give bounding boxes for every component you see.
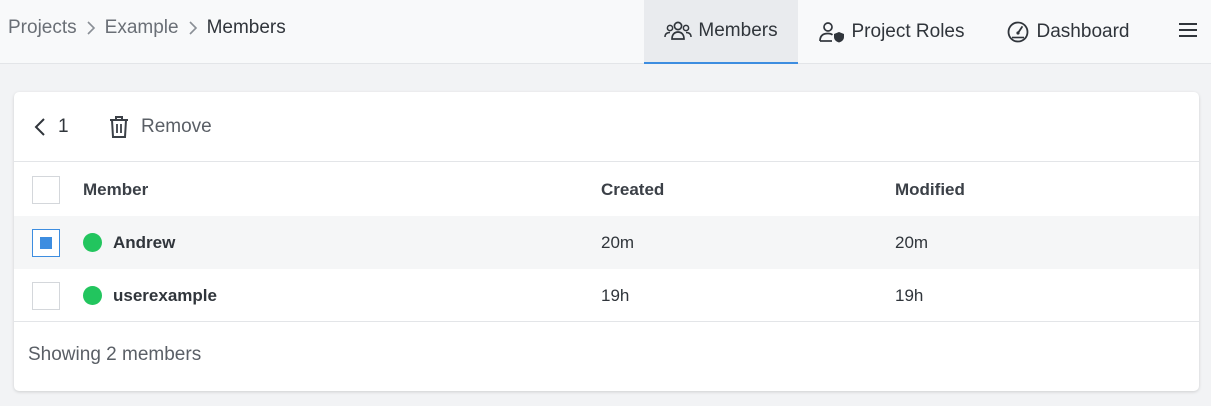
- pager-back-button[interactable]: 1: [34, 114, 69, 140]
- remove-label: Remove: [141, 116, 212, 137]
- column-header-created[interactable]: Created: [601, 163, 664, 216]
- breadcrumb: Projects Example Members: [8, 0, 286, 56]
- tab-project-roles[interactable]: Project Roles: [808, 0, 974, 64]
- breadcrumb-projects[interactable]: Projects: [8, 17, 77, 39]
- member-name[interactable]: userexample: [113, 286, 217, 306]
- modified-cell: 19h: [895, 285, 924, 305]
- tab-project-roles-label: Project Roles: [851, 21, 965, 42]
- online-status-icon: [83, 233, 102, 252]
- modified-cell: 20m: [895, 232, 929, 252]
- tab-members-label: Members: [698, 20, 778, 41]
- members-toolbar: 1 Remove: [14, 92, 1199, 162]
- online-status-icon: [83, 286, 102, 305]
- page-number: 1: [58, 116, 69, 137]
- trash-icon: [110, 116, 128, 138]
- members-card: 1 Remove Member Created Modified Andrew …: [14, 92, 1199, 391]
- column-header-modified[interactable]: Modified: [895, 163, 965, 216]
- user-shield-icon: [818, 22, 844, 43]
- created-cell: 19h: [601, 285, 630, 305]
- gauge-icon: [1007, 21, 1028, 43]
- hamburger-menu-icon[interactable]: [1174, 16, 1202, 44]
- breadcrumb-current: Members: [206, 17, 286, 38]
- member-cell: Andrew: [83, 216, 175, 269]
- table-header: Member Created Modified: [14, 163, 1199, 216]
- member-cell: userexample: [83, 269, 217, 322]
- table-row[interactable]: Andrew 20m 20m: [14, 216, 1199, 269]
- breadcrumb-example[interactable]: Example: [105, 17, 179, 39]
- tab-dashboard-label: Dashboard: [1036, 21, 1130, 42]
- select-all-checkbox[interactable]: [32, 176, 60, 204]
- tab-dashboard[interactable]: Dashboard: [994, 0, 1140, 64]
- remove-button[interactable]: Remove: [109, 113, 212, 141]
- column-header-member[interactable]: Member: [83, 163, 148, 216]
- created-cell: 20m: [601, 232, 635, 252]
- member-count-text: Showing 2 members: [28, 344, 202, 365]
- tab-members[interactable]: Members: [644, 0, 798, 64]
- users-icon: [664, 21, 693, 40]
- row-checkbox[interactable]: [32, 229, 60, 257]
- row-checkbox[interactable]: [32, 282, 60, 310]
- chevron-right-icon: [188, 21, 198, 35]
- top-bar: Projects Example Members Members Project…: [0, 0, 1211, 64]
- chevron-left-icon: [34, 118, 45, 136]
- member-name[interactable]: Andrew: [113, 233, 175, 253]
- table-row[interactable]: userexample 19h 19h: [14, 269, 1199, 322]
- chevron-right-icon: [86, 21, 96, 35]
